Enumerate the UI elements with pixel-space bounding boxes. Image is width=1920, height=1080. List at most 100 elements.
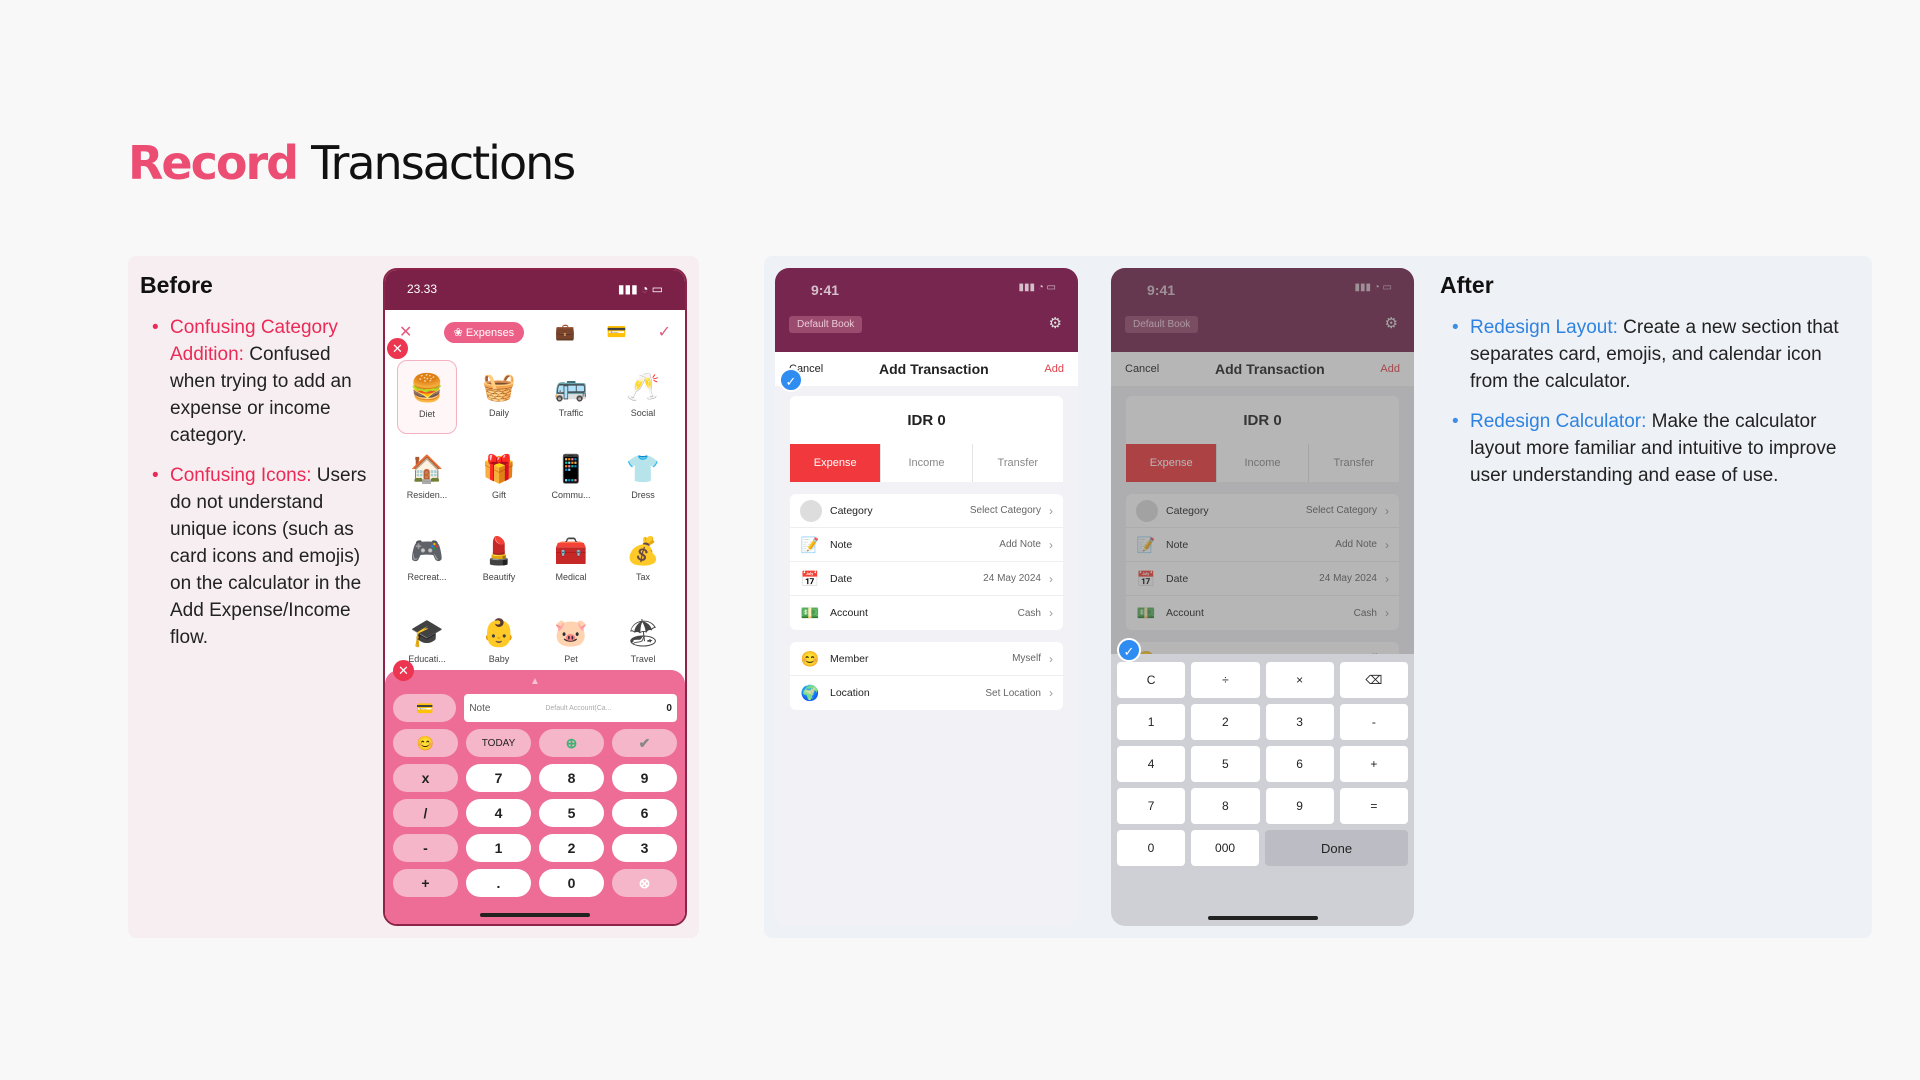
calc-key[interactable]: 8 (539, 764, 604, 792)
category-label: Gift (491, 490, 506, 500)
calc-key[interactable]: / (393, 799, 458, 827)
category-icon: 🥂 (626, 372, 660, 402)
category-icon: 🎮 (410, 536, 444, 566)
calc-key[interactable]: . (466, 869, 531, 897)
calc-key[interactable]: 2 (539, 834, 604, 862)
calc-key[interactable]: 2 (1191, 704, 1260, 740)
check-icon[interactable]: ✓ (658, 322, 671, 342)
calc-key[interactable]: = (1339, 788, 1408, 824)
tab-transfer[interactable]: Transfer (971, 444, 1063, 482)
calc-key[interactable]: 1 (466, 834, 531, 862)
location-icon: 🌍 (800, 685, 820, 702)
today-button[interactable]: TODAY (466, 729, 531, 757)
form-row-location[interactable]: 🌍 Location Set Location › (790, 676, 1063, 710)
calc-key[interactable]: 5 (539, 799, 604, 827)
add-button[interactable]: Add (1044, 363, 1064, 375)
done-button[interactable]: Done (1265, 830, 1408, 866)
calc-key[interactable]: 4 (466, 799, 531, 827)
category-item[interactable]: 👕 Dress (607, 442, 679, 516)
calc-key[interactable]: 5 (1191, 746, 1260, 782)
calc-key[interactable]: 8 (1191, 788, 1260, 824)
calc-key[interactable]: 6 (1265, 746, 1334, 782)
calc-key[interactable]: - (393, 834, 458, 862)
calc-key[interactable]: 3 (1265, 704, 1334, 740)
category-item[interactable]: 🏖 Travel (607, 606, 679, 680)
card-icon[interactable]: 💳 (393, 694, 457, 722)
category-label: Travel (630, 654, 656, 664)
category-icon: 👕 (626, 454, 660, 484)
category-label: Traffic (558, 408, 584, 418)
calc-key[interactable]: 4 (1117, 746, 1186, 782)
form-row-category[interactable]: Category Select Category › (790, 494, 1063, 528)
money-bag-icon[interactable]: 💼 (555, 322, 575, 342)
row-value: Select Category (969, 505, 1041, 516)
calc-key[interactable]: x (393, 764, 458, 792)
calc-key[interactable]: 3 (612, 834, 677, 862)
category-item[interactable]: 💰 Tax (607, 524, 679, 598)
chevron-up-icon[interactable]: ▲ (530, 676, 540, 687)
category-item[interactable]: 🎁 Gift (463, 442, 535, 516)
tab-expenses[interactable]: ❀ Expenses (443, 321, 525, 343)
calc-key[interactable]: - (1339, 704, 1408, 740)
calc-key[interactable]: 7 (466, 764, 531, 792)
calc-key[interactable]: 7 (1117, 788, 1186, 824)
calc-key[interactable]: ⊗ (612, 869, 677, 897)
calc-key[interactable]: 0 (539, 869, 604, 897)
card-icon[interactable]: 💳 (606, 322, 626, 342)
calc-key[interactable]: 6 (612, 799, 677, 827)
chevron-right-icon: › (1049, 606, 1053, 620)
tab-expense[interactable]: Expense (790, 444, 881, 482)
confirm-icon[interactable]: ✔ (612, 729, 677, 757)
category-item[interactable]: 🧰 Medical (535, 524, 607, 598)
form-row-date[interactable]: 📅 Date 24 May 2024 › (790, 562, 1063, 596)
category-item[interactable]: 💄 Beautify (463, 524, 535, 598)
category-label: Pet (564, 654, 578, 664)
category-item[interactable]: 📱 Commu... (535, 442, 607, 516)
home-indicator (480, 913, 590, 917)
note-field[interactable]: Note Default Account(Ca... 0 (464, 694, 677, 722)
category-item[interactable]: 🏠 Residen... (391, 442, 463, 516)
category-label: Tax (635, 572, 650, 582)
page-title: Record Transactions (128, 136, 576, 190)
category-item[interactable]: 👶 Baby (463, 606, 535, 680)
check-badge-icon: ✓ (779, 368, 803, 392)
row-label: Category (830, 504, 873, 517)
form-row-account[interactable]: 💵 Account Cash › (790, 596, 1063, 630)
before-point: Confusing Icons: Users do not understand… (150, 462, 375, 651)
category-label: Baby (488, 654, 510, 664)
category-item[interactable]: 🎮 Recreat... (391, 524, 463, 598)
calc-key[interactable]: C (1117, 662, 1186, 698)
category-item[interactable]: 🚌 Traffic (535, 360, 607, 434)
row-label: Date (830, 572, 853, 585)
note-icon: 📝 (800, 536, 820, 554)
form-row-member[interactable]: 😊 Member Myself › (790, 642, 1063, 676)
category-item[interactable]: 🥂 Social (607, 360, 679, 434)
category-label: Dress (631, 490, 655, 500)
category-label: Commu... (551, 490, 591, 500)
calc-key[interactable]: + (393, 869, 458, 897)
row-value: Add Note (999, 539, 1041, 550)
category-grid: 🍔 Diet 🧺 Daily 🚌 Traffic 🥂 Social 🏠 Residen... 🎁 Gi… (385, 354, 685, 686)
calc-key[interactable]: 1 (1117, 704, 1186, 740)
tab-income[interactable]: Income (880, 444, 971, 482)
emoji-icon[interactable]: 😊 (393, 729, 458, 757)
calc-key[interactable]: ⌫ (1339, 662, 1408, 698)
calc-key[interactable]: ÷ (1191, 662, 1260, 698)
calc-key[interactable]: 0 (1117, 830, 1186, 866)
calc-key[interactable]: × (1265, 662, 1334, 698)
calc-key[interactable]: 9 (612, 764, 677, 792)
form-row-note[interactable]: 📝 Note Add Note › (790, 528, 1063, 562)
calc-key[interactable]: 000 (1191, 830, 1260, 866)
category-item[interactable]: 🧺 Daily (463, 360, 535, 434)
nav-bar: Cancel Add Transaction Add (775, 352, 1078, 386)
category-item[interactable]: 🍔 Diet (397, 360, 457, 434)
category-item[interactable]: 🐷 Pet (535, 606, 607, 680)
after-phone-form: 9:41 ▮▮▮ ◔ ▭ Default Book ⚙ Cancel Add Trans… (775, 268, 1078, 926)
calc-key[interactable]: + (1339, 746, 1408, 782)
calculator-keypad: C ÷ × ⌫ 1 2 3-4 5 6 +7 8 9 = 0 000 Done (1111, 654, 1414, 926)
book-badge[interactable]: Default Book (789, 316, 863, 333)
calc-key[interactable]: 9 (1265, 788, 1334, 824)
gear-icon[interactable]: ⚙ (1049, 314, 1062, 332)
extra-group: 😊 Member Myself › 🌍 Location Set Location › (790, 642, 1063, 710)
plus-icon[interactable]: ⊕ (539, 729, 604, 757)
